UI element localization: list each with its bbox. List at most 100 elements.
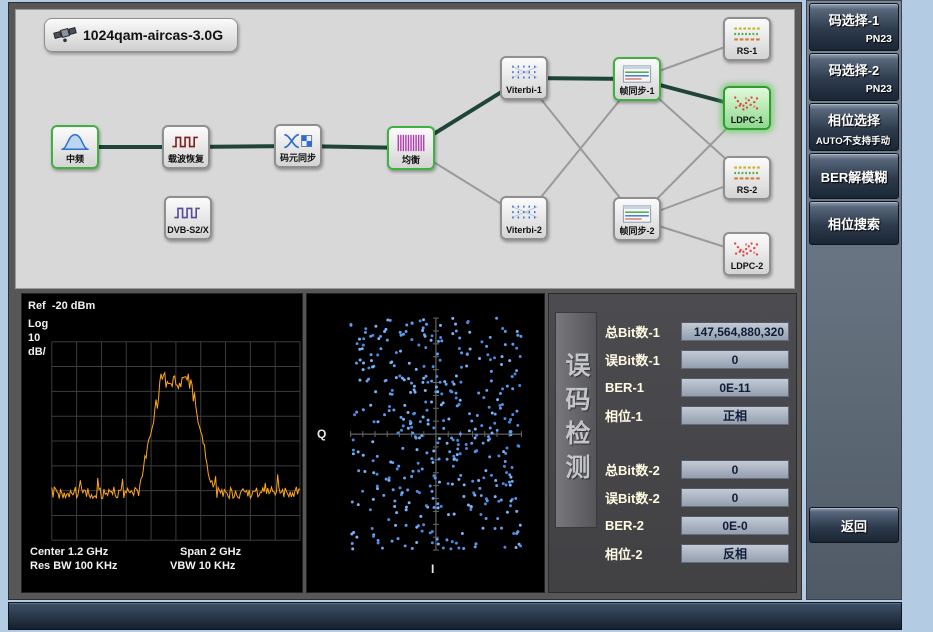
stat-value: 反相 [681,544,789,563]
node-label: LDPC-2 [731,262,764,271]
node-label: 帧同步-1 [619,87,654,96]
node-label: LDPC-1 [731,116,764,125]
stat-value: 0E-0 [681,516,789,535]
stat-value: 正相 [681,406,789,425]
node-label: 帧同步-2 [619,227,654,236]
stats-rows: 总Bit数-1 147,564,880,320 误Bit数-1 0 BER-1 … [605,320,789,570]
stat-value: 0 [681,488,789,507]
node-viterbi-1[interactable]: Viterbi-1 [500,56,548,100]
error-stats-panel: 误码检测 总Bit数-1 147,564,880,320 误Bit数-1 0 B… [548,293,797,593]
square-wave-icon [170,131,202,153]
node-label: RS-1 [737,47,758,56]
signal-title: 1024qam-aircas-3.0G [83,27,223,43]
stat-row: BER-1 0E-11 [605,376,789,398]
sidebar-button-ber-deambiguity[interactable]: BER解模糊 [809,153,899,199]
scatter-code-icon [731,92,763,114]
stat-value: 147,564,880,320 [681,322,789,341]
node-frame-sync-2[interactable]: 帧同步-2 [613,197,661,241]
button-label: BER解模糊 [821,167,887,186]
stat-row: 相位-2 反相 [605,542,789,564]
stat-value: 0E-11 [681,378,789,397]
spectrum-log-unit: dB/ [28,346,46,358]
button-label: 码选择-2 [810,60,898,79]
button-label: 相位选择 [810,110,898,129]
constellation-plot [307,294,544,592]
signal-title-button[interactable]: 1024qam-aircas-3.0G [44,18,238,52]
node-label: 中频 [66,155,84,164]
square-wave-icon [172,202,204,224]
stat-row: BER-2 0E-0 [605,514,789,536]
stat-label: 误Bit数-1 [605,350,660,369]
bottom-status-strip [8,602,902,630]
node-label: 载波恢复 [168,155,204,164]
spectrum-ref-level: Ref -20 dBm [28,300,95,312]
sidebar-button-return[interactable]: 返回 [809,507,899,543]
stat-label: 相位-1 [605,406,643,425]
node-ldpc-1[interactable]: LDPC-1 [723,86,771,130]
stat-label: BER-2 [605,518,644,533]
comb-filter-icon [395,132,427,154]
stat-row: 相位-1 正相 [605,404,789,426]
button-label: 返回 [841,516,867,535]
spectrum-span: Span 2 GHz [180,546,241,558]
sidebar: 码选择-1 PN23 码选择-2 PN23 相位选择 AUTO不支持手动 BER… [806,0,902,600]
button-sublabel: PN23 [810,33,898,45]
sidebar-button-phase-select[interactable]: 相位选择 AUTO不支持手动 [809,103,899,151]
sidebar-button-phase-search[interactable]: 相位搜索 [809,201,899,245]
eye-diagram-icon [282,130,314,152]
q-axis-label: Q [317,427,326,441]
node-equalizer[interactable]: 均衡 [387,126,435,170]
stat-label: 总Bit数-1 [605,322,660,341]
stat-row: 误Bit数-2 0 [605,486,789,508]
stats-gap [605,432,789,458]
node-dvb-s2x[interactable]: DVB-S2/X [164,196,212,240]
main-panel: 1024qam-aircas-3.0G 中频 载波恢复 [8,2,802,600]
frame-window-icon [621,63,653,85]
node-label: Viterbi-1 [506,86,542,95]
spectrum-vbw: VBW 10 KHz [170,560,235,572]
node-carrier-recovery[interactable]: 载波恢复 [162,125,210,169]
coded-rows-icon [731,162,763,184]
frame-window-icon [621,203,653,225]
flow-diagram-panel: 1024qam-aircas-3.0G 中频 载波恢复 [15,9,795,289]
button-sublabel: AUTO不支持手动 [810,133,898,147]
constellation-panel: Q I [306,293,545,593]
node-ldpc-2[interactable]: LDPC-2 [723,232,771,276]
node-label: Viterbi-2 [506,226,542,235]
node-rs-1[interactable]: RS-1 [723,17,771,61]
sidebar-button-code-select-1[interactable]: 码选择-1 PN23 [809,3,899,51]
scatter-code-icon [731,238,763,260]
node-viterbi-2[interactable]: Viterbi-2 [500,196,548,240]
button-label: 相位搜索 [828,214,880,233]
satellite-icon [53,23,77,48]
stat-label: 相位-2 [605,544,643,563]
node-label: 码元同步 [280,154,316,163]
node-label: 均衡 [402,156,420,165]
node-symbol-sync[interactable]: 码元同步 [274,124,322,168]
spectrum-panel: Ref -20 dBm Log 10 dB/ Center 1.2 GHz Sp… [21,293,303,593]
if-spectrum-icon [59,131,91,153]
trellis-icon [508,62,540,84]
node-rs-2[interactable]: RS-2 [723,156,771,200]
button-sublabel: PN23 [810,83,898,95]
stat-label: 误Bit数-2 [605,488,660,507]
error-detection-watermark: 误码检测 [558,352,594,488]
spectrum-center-freq: Center 1.2 GHz [30,546,108,558]
stat-row: 总Bit数-1 147,564,880,320 [605,320,789,342]
node-if[interactable]: 中频 [51,125,99,169]
error-detection-strip: 误码检测 [555,312,597,528]
stat-value: 0 [681,460,789,479]
node-label: DVB-S2/X [167,226,209,235]
i-axis-label: I [431,562,434,576]
spectrum-res-bw: Res BW 100 KHz [30,560,117,572]
stat-row: 误Bit数-1 0 [605,348,789,370]
sidebar-button-code-select-2[interactable]: 码选择-2 PN23 [809,53,899,101]
node-label: RS-2 [737,186,758,195]
node-frame-sync-1[interactable]: 帧同步-1 [613,57,661,101]
stat-row: 总Bit数-2 0 [605,458,789,480]
spectrum-log-value: 10 [28,332,40,344]
stat-value: 0 [681,350,789,369]
button-label: 码选择-1 [810,10,898,29]
trellis-icon [508,202,540,224]
spectrum-log-label: Log [28,318,48,330]
